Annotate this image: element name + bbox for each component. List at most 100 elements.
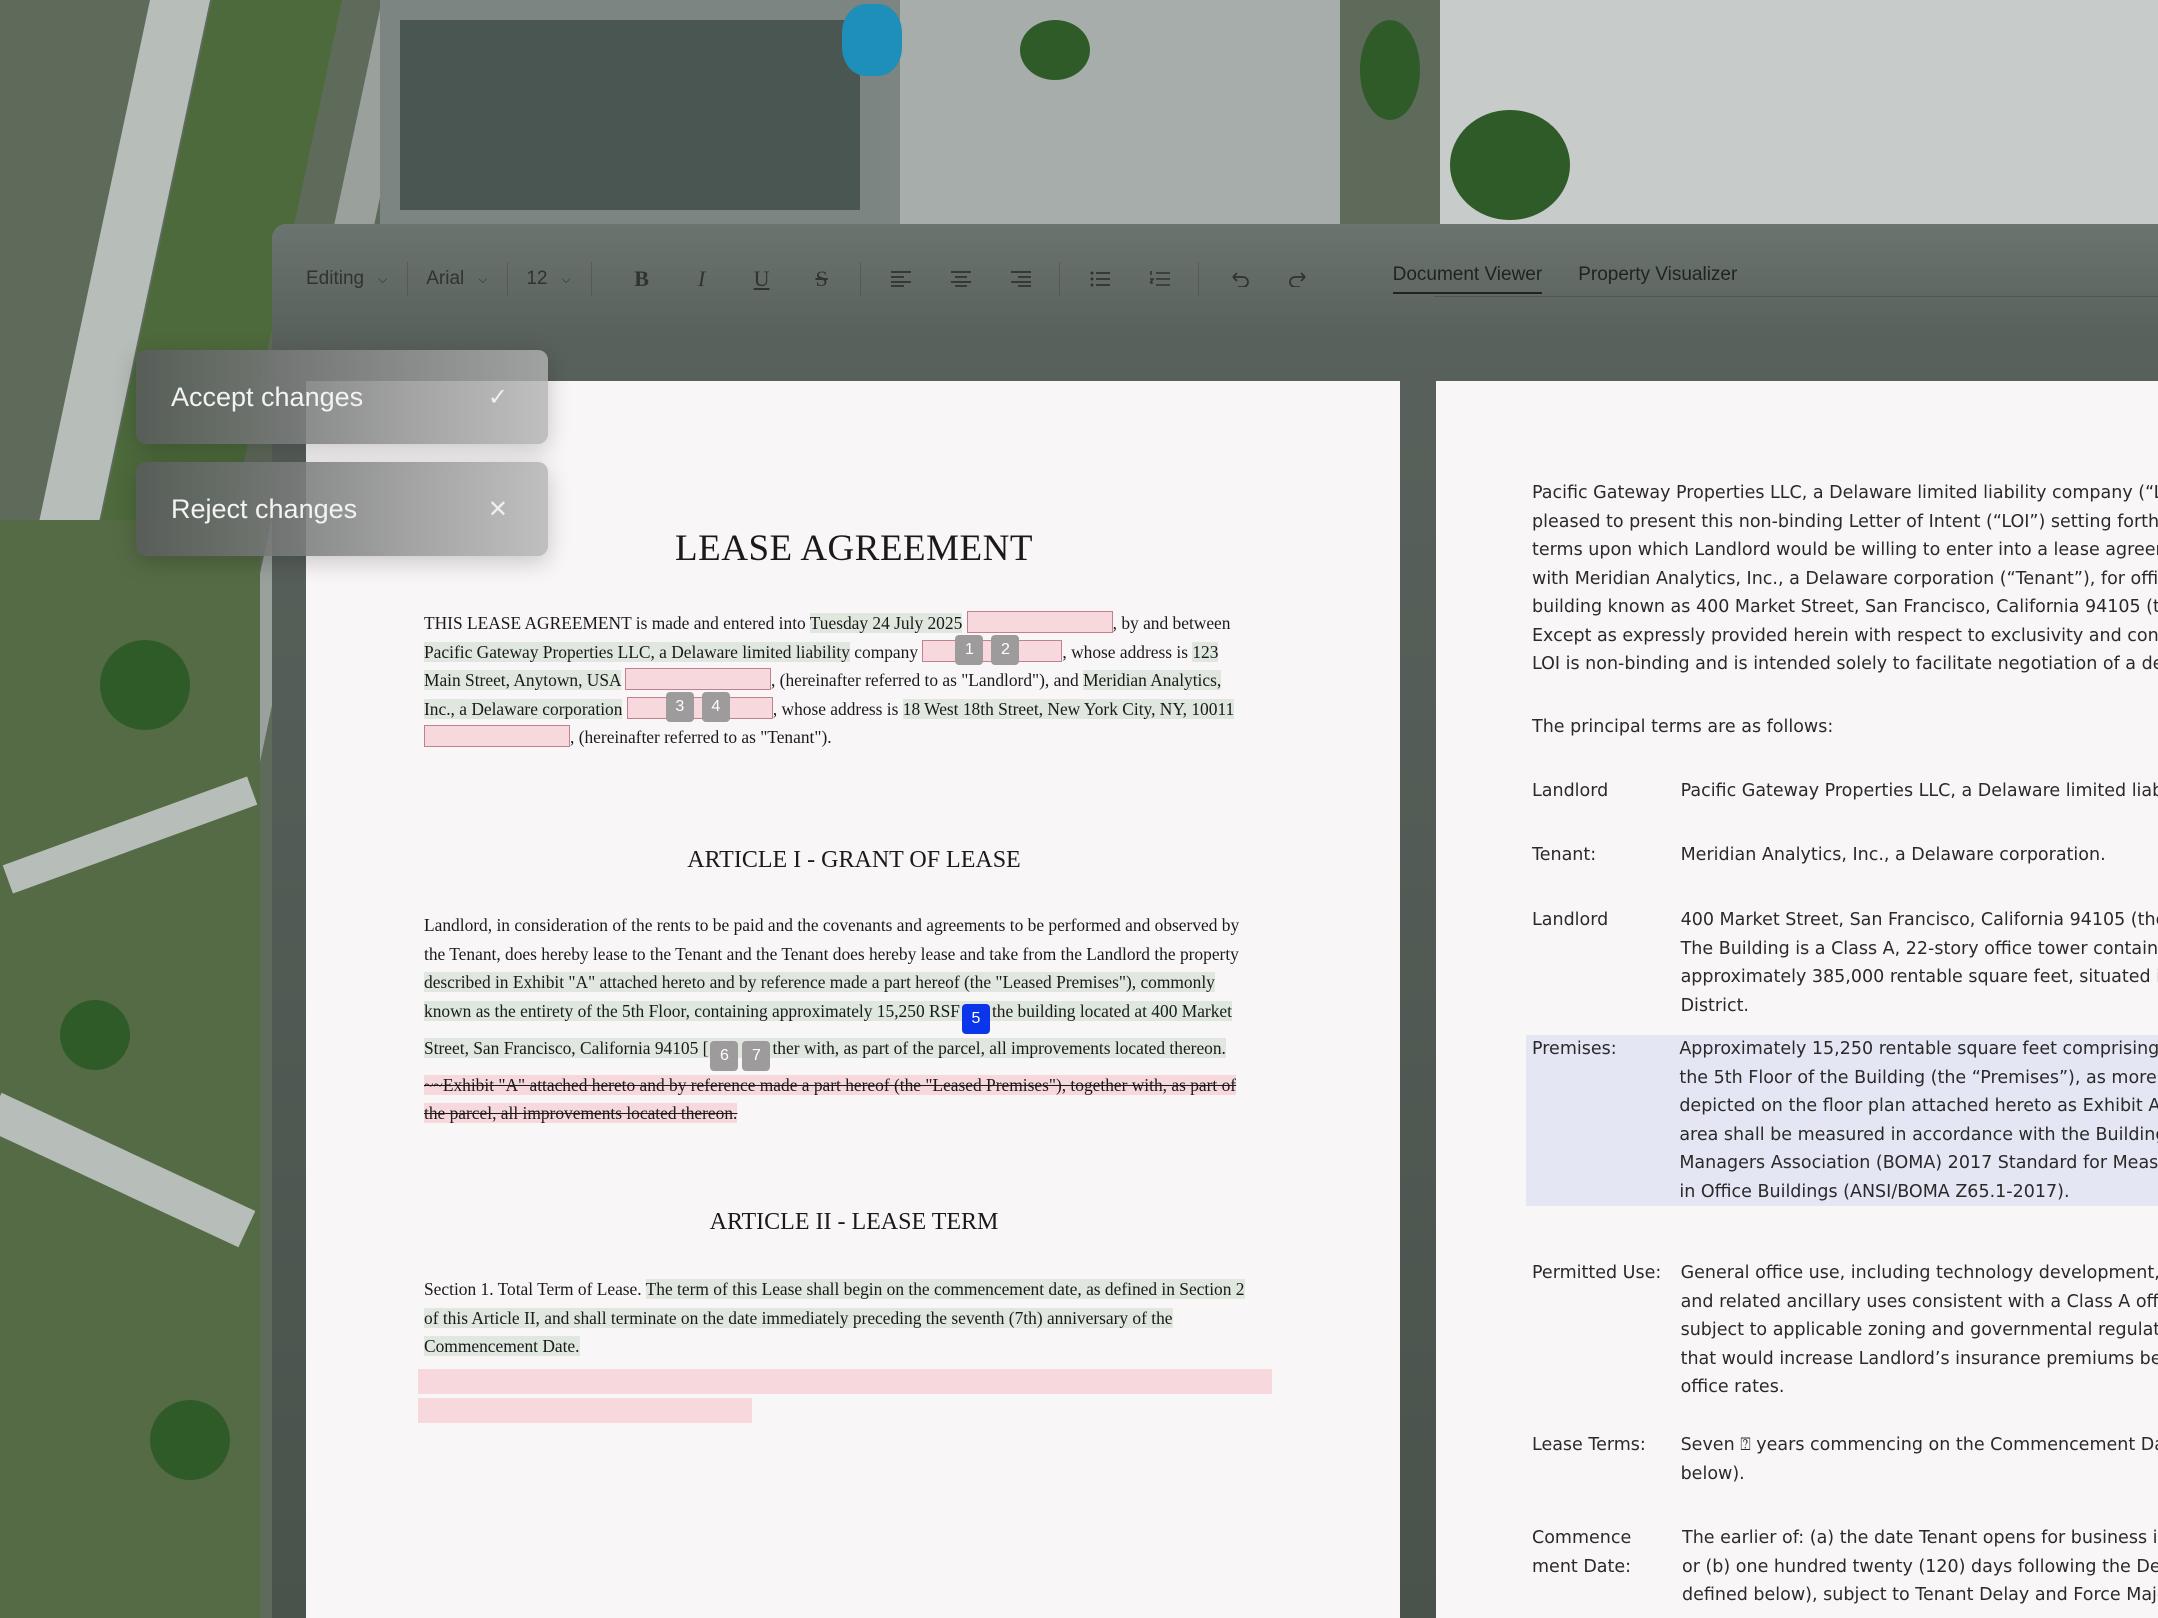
term-value: Meridian Analytics, Inc., a Delaware cor… [1680,845,2106,865]
text-run: Landlord, in consideration of the rents … [424,915,1240,935]
align-left-icon [890,271,911,287]
term-label: Landlord [1532,781,1609,801]
undo-button[interactable] [1217,257,1261,301]
blank-field[interactable]: 12 [922,634,1063,665]
underline-button[interactable]: U [740,257,784,301]
text-run: , whose address is [772,698,903,719]
inserted-text: described in Exhibit "A" attached hereto… [424,972,1215,992]
term-value: Managers Association (BOMA) 2017 Standar… [1679,1153,2158,1173]
term-value: or (b) one hundred twenty (120) days fol… [1682,1556,2158,1577]
term-value: below). [1680,1463,1745,1484]
blank-field[interactable] [966,611,1113,633]
blank-field[interactable]: 34 [626,691,773,722]
accept-changes-label: Accept changes [171,381,364,412]
redo-button[interactable] [1277,257,1321,301]
change-marker-active[interactable]: 5 [961,1003,990,1034]
lease-term-paragraph[interactable]: Section 1. Total Term of Lease. The term… [424,1275,1284,1361]
term-label: Landlord [1532,910,1609,930]
change-marker[interactable]: 4 [701,691,730,722]
inserted-text: Main Street, Anytown, USA [424,670,621,690]
align-center-icon [950,271,971,287]
term-row: Landlord 400 Market Street, San Francisc… [1532,906,2158,1020]
inserted-text: Tuesday 24 July 2025 [809,613,963,633]
mode-label: Editing [306,268,365,289]
reject-changes-label: Reject changes [171,493,358,524]
term-label: Lease Terms: [1532,1435,1646,1455]
inserted-text: known as the entirety of the 5th Floor, … [424,1000,960,1021]
text-line: building known as 400 Market Street, San… [1532,597,2158,617]
align-center-button[interactable] [939,257,983,301]
deleted-block [418,1398,752,1423]
text-run: , whose address is [1062,641,1193,662]
term-value: that would increase Landlord’s insurance… [1680,1348,2158,1369]
tab-property-visualizer[interactable]: Property Visualizer [1578,264,1737,294]
bullet-list-icon [1090,271,1110,287]
tab-divider [1434,296,2158,297]
text-line: Pacific Gateway Properties LLC, a Delawa… [1532,483,2158,503]
lease-document-page[interactable]: LEASE AGREEMENT THIS LEASE AGREEMENT is … [306,381,1400,1618]
font-dropdown[interactable]: Arial ⌵ [426,268,507,290]
tab-document-viewer[interactable]: Document Viewer [1392,264,1543,294]
inserted-text: Street, San Francisco, California 94105 … [424,1037,709,1058]
loi-document-page[interactable]: Pacific Gateway Properties LLC, a Delawa… [1436,381,2158,1618]
change-marker[interactable]: 6 [710,1040,739,1071]
numbered-list-button[interactable] [1138,257,1182,301]
inserted-text: of this Article II, and shall terminate … [424,1307,1173,1328]
term-row-highlighted[interactable]: Premises: Approximately 15,250 rentable … [1526,1035,2158,1206]
term-label: Premises: [1532,1039,1617,1059]
blank-field[interactable] [624,668,771,690]
chevron-down-icon: ⌵ [478,271,488,286]
text-run: , by and between [1112,613,1231,633]
term-label: Tenant: [1532,845,1597,865]
reject-changes-button[interactable]: Reject changes ✕ [136,462,548,556]
term-value: District. [1680,995,1749,1016]
text-run: THIS LEASE AGREEMENT is made and entered… [424,613,810,633]
chevron-down-icon: ⌵ [561,271,571,286]
close-icon: ✕ [487,495,508,523]
term-value: Seven ⍰ years commencing on the Commence… [1680,1435,2158,1455]
bold-button[interactable]: B [620,257,664,301]
inserted-text: Inc., a Delaware corporation [424,698,623,719]
change-marker[interactable]: 7 [742,1040,771,1071]
text-run: , (hereinafter referred to as "Landlord"… [770,670,1084,690]
term-label: Commencement Date: [1532,1528,1632,1577]
mode-dropdown[interactable]: Editing ⌵ [306,268,407,290]
loi-intro-paragraph: Pacific Gateway Properties LLC, a Delawa… [1532,479,2158,679]
font-size-dropdown[interactable]: 12 ⌵ [526,268,590,290]
principal-terms-heading: The principal terms are as follows: [1532,717,1834,737]
italic-button[interactable]: I [680,257,724,301]
toolbar-divider [590,262,592,296]
document-title: LEASE AGREEMENT [675,528,1033,569]
strikethrough-button[interactable]: S [800,257,844,301]
accept-changes-button[interactable]: Accept changes ✓ [136,350,548,444]
term-value: defined below), subject to Tenant Delay … [1682,1585,2158,1605]
blank-field[interactable] [424,725,570,747]
redo-icon [1288,272,1306,287]
align-left-button[interactable] [879,257,923,301]
lease-intro-paragraph[interactable]: THIS LEASE AGREEMENT is made and entered… [424,609,1284,752]
chevron-down-icon: ⌵ [378,271,388,286]
grant-of-lease-paragraph[interactable]: Landlord, in consideration of the rents … [424,911,1284,1128]
align-right-button[interactable] [999,257,1043,301]
bullet-list-button[interactable] [1078,257,1122,301]
change-marker[interactable]: 3 [665,691,694,722]
text-line: Except as expressly provided herein with… [1532,625,2158,646]
term-row: Permitted Use: General office use, inclu… [1532,1259,2158,1402]
term-value: The earlier of: (a) the date Tenant open… [1682,1528,2158,1548]
text-run: , (hereinafter referred to as "Tenant"). [570,727,832,747]
numbered-list-icon [1149,271,1170,286]
term-value: Pacific Gateway Properties LLC, a Delawa… [1680,781,2158,801]
deleted-block [418,1369,1272,1394]
inserted-text: 18 West 18th Street, New York City, NY, … [902,698,1235,719]
term-value: subject to applicable zoning and governm… [1680,1320,2158,1340]
editor-window: Editing ⌵ Arial ⌵ 12 ⌵ B I U S Document … [272,224,2158,1618]
term-value: Approximately 15,250 rentable square fee… [1679,1039,2158,1059]
checkmark-icon: ✓ [487,383,508,411]
align-right-icon [1010,271,1031,287]
change-marker[interactable]: 2 [991,634,1020,665]
toolbar-divider [1197,262,1199,296]
inserted-text: ther with, as part of the parcel, all im… [772,1037,1226,1058]
change-marker[interactable]: 1 [955,634,984,665]
term-value: depicted on the floor plan attached here… [1679,1096,2158,1116]
toolbar-divider [1058,262,1060,296]
